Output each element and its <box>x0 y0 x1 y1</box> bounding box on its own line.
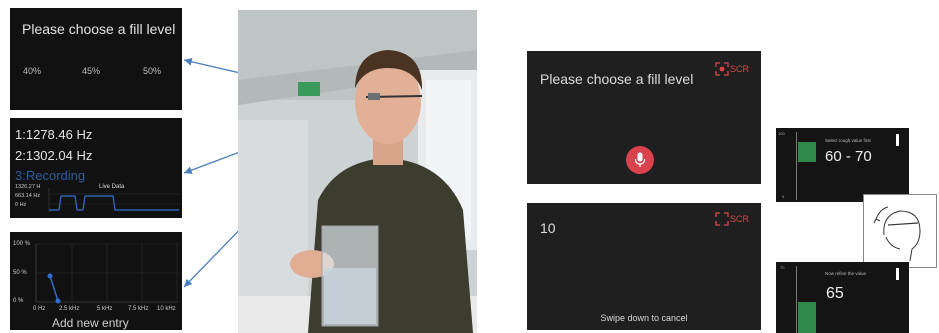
user-photo <box>238 10 477 333</box>
y-tick-0: 0 % <box>13 298 24 304</box>
y-tick-100: 100 % <box>13 241 31 247</box>
scr-record-icon <box>715 62 729 76</box>
live-data-title: Live Data <box>99 184 125 190</box>
refine-caption: Now refine the value <box>825 271 867 276</box>
rough-caption: Select rough value first <box>825 138 871 143</box>
live-label-1: 1326.27 H <box>15 184 41 190</box>
scr-label-2: SCR <box>730 214 750 224</box>
y-tick-50: 50 % <box>13 270 27 276</box>
level-scale-bottom: 70 <box>780 265 818 333</box>
glass-fill-title: Please choose a fill level <box>540 71 694 87</box>
graph-panel: 100 % 50 % 0 % 0 Hz 2.5 kHz 5 kHz 7.5 kH… <box>10 232 182 330</box>
refine-scale-top-label: 70 <box>780 265 785 270</box>
graph-point-2 <box>55 298 61 304</box>
add-entry-button[interactable]: Add new entry <box>52 316 129 330</box>
x-tick-10: 10 kHz <box>157 306 176 312</box>
scr-indicator: SCR <box>715 62 749 76</box>
scr-indicator-2: SCR <box>715 212 749 226</box>
graph-point-1 <box>47 273 53 279</box>
recording-status: 3:Recording <box>15 168 86 183</box>
user-photo-illustration <box>238 10 477 333</box>
exclamation-icon <box>896 134 899 146</box>
glass-value-screen: 10 SCR Swipe down to cancel <box>527 203 761 330</box>
x-tick-2-5: 2.5 kHz <box>59 306 80 312</box>
x-tick-5: 5 kHz <box>97 306 113 312</box>
frequency-panel: 1:1278.46 Hz 2:1302.04 Hz 3:Recording 13… <box>10 118 182 218</box>
refined-value: 65 <box>826 285 844 302</box>
scale-top-label: 100 <box>778 131 785 136</box>
exclamation-icon-2 <box>896 268 899 280</box>
x-tick-7-5: 7.5 kHz <box>128 306 149 312</box>
rough-value-screen: 100 0 Select rough value first 60 - 70 <box>776 128 909 202</box>
entered-value: 10 <box>540 220 556 236</box>
rough-range: 60 - 70 <box>825 148 872 165</box>
microphone-icon <box>634 152 646 167</box>
level-green-band <box>798 142 816 162</box>
live-label-2: 663.14 Hz <box>15 193 41 199</box>
swipe-hint: Swipe down to cancel <box>600 313 688 323</box>
live-data-mini-chart: 1326.27 H 663.14 Hz 0 Hz Live Data <box>15 184 180 214</box>
x-tick-0: 0 Hz <box>33 306 46 312</box>
refine-green-band <box>798 302 816 333</box>
live-data-line <box>49 195 179 211</box>
head-tilt-icon <box>873 206 921 262</box>
fill-option-50[interactable]: 50% <box>143 66 161 76</box>
mic-button[interactable] <box>626 146 654 174</box>
scr-frame-icon <box>715 212 729 226</box>
scale-line <box>796 132 797 200</box>
frequency-line-2: 2:1302.04 Hz <box>15 148 93 163</box>
fill-level-panel: Please choose a fill level 40% 45% 50% <box>10 8 182 110</box>
scale-bottom-label: 0 <box>782 194 785 199</box>
glass-fill-level-screen: Please choose a fill level SCR <box>527 51 761 184</box>
live-label-3: 0 Hz <box>15 202 27 208</box>
head-tilt-sketch <box>863 194 937 268</box>
fill-option-40[interactable]: 40% <box>23 66 41 76</box>
scr-label: SCR <box>730 64 750 74</box>
fill-level-title: Please choose a fill level <box>22 21 176 37</box>
refine-scale-line <box>796 266 797 333</box>
refine-value-screen: 70 Now refine the value 65 <box>776 262 909 333</box>
level-scale-top: 100 0 <box>778 131 818 200</box>
frequency-line-1: 1:1278.46 Hz <box>15 127 93 142</box>
fill-option-45[interactable]: 45% <box>82 66 100 76</box>
